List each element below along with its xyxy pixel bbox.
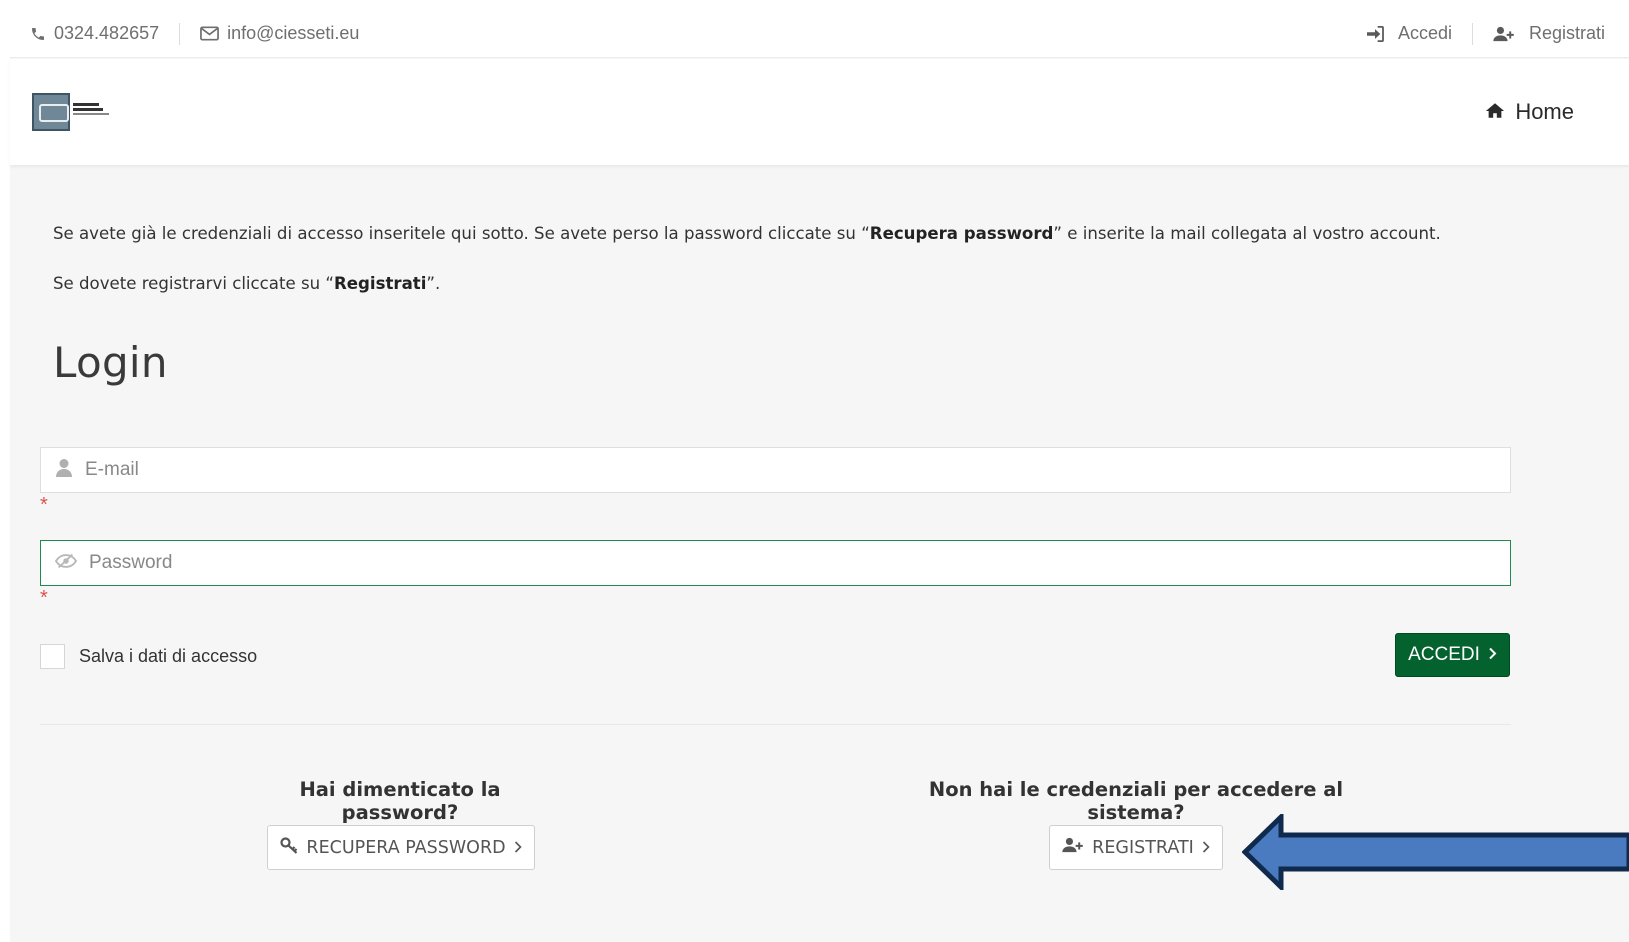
- phone-number: 0324.482657: [54, 23, 160, 43]
- email-contact[interactable]: info@ciesseti.eu: [200, 23, 359, 44]
- email-input[interactable]: [85, 459, 1465, 481]
- sign-in-icon: [1366, 25, 1384, 42]
- forgot-password-title: Hai dimenticato la password?: [299, 778, 501, 824]
- login-submit-button[interactable]: ACCEDI: [1395, 633, 1510, 677]
- top-bar: 0324.482657 info@ciesseti.eu Accedi Regi…: [10, 10, 1629, 58]
- login-link-label: Accedi: [1397, 23, 1452, 43]
- password-input[interactable]: [89, 552, 1469, 574]
- login-title: Login: [53, 338, 168, 387]
- remember-me[interactable]: Salva i dati di accesso: [40, 644, 257, 669]
- envelope-icon: [200, 26, 220, 41]
- user-icon: [55, 458, 73, 482]
- divider: [1471, 22, 1473, 45]
- chevron-right-icon: [1202, 838, 1210, 858]
- login-submit-label: ACCEDI: [1408, 644, 1480, 665]
- site-logo[interactable]: [32, 93, 109, 131]
- register-link-label: Registrati: [1528, 23, 1605, 43]
- chevron-right-icon: [1488, 644, 1497, 666]
- logo-mark: [32, 93, 70, 131]
- recover-password-label: RECUPERA PASSWORD: [306, 837, 506, 858]
- divider: [179, 22, 181, 45]
- password-field-wrapper[interactable]: [40, 540, 1511, 586]
- intro-paragraph-2: Se dovete registrarvi cliccate su “Regis…: [53, 274, 441, 293]
- recover-password-hint: Recupera password: [869, 224, 1054, 243]
- email-address: info@ciesseti.eu: [227, 23, 360, 43]
- chevron-right-icon: [514, 838, 522, 858]
- key-icon: [280, 836, 298, 859]
- page: 0324.482657 info@ciesseti.eu Accedi Regi…: [10, 10, 1629, 942]
- phone-icon: [30, 26, 46, 42]
- account-links: Accedi Registrati: [1366, 22, 1605, 45]
- nav-home-label: Home: [1515, 99, 1574, 124]
- remember-checkbox[interactable]: [40, 644, 65, 669]
- register-link[interactable]: Registrati: [1493, 23, 1605, 44]
- eye-slash-icon[interactable]: [54, 553, 78, 574]
- register-hint: Registrati: [333, 274, 427, 293]
- nav-home[interactable]: Home: [1485, 99, 1574, 125]
- main-content: Se avete già le credenziali di accesso i…: [10, 166, 1629, 942]
- contact-info: 0324.482657 info@ciesseti.eu: [30, 22, 359, 45]
- home-icon: [1485, 99, 1505, 125]
- password-required-mark: *: [40, 587, 48, 609]
- email-required-mark: *: [40, 494, 48, 516]
- recover-password-button[interactable]: RECUPERA PASSWORD: [267, 825, 535, 870]
- site-header: Home: [10, 59, 1629, 165]
- intro-paragraph-1: Se avete già le credenziali di accesso i…: [53, 224, 1441, 243]
- login-link[interactable]: Accedi: [1366, 23, 1452, 44]
- register-button[interactable]: REGISTRATI: [1049, 825, 1223, 870]
- remember-label: Salva i dati di accesso: [79, 646, 258, 666]
- logo-wordmark: [73, 103, 109, 115]
- annotation-arrow-icon: [1242, 814, 1629, 890]
- user-plus-icon: [1062, 837, 1084, 858]
- user-plus-icon: [1493, 26, 1515, 42]
- section-divider: [40, 724, 1511, 725]
- register-button-label: REGISTRATI: [1092, 837, 1194, 858]
- email-field-wrapper[interactable]: [40, 447, 1511, 493]
- phone-contact[interactable]: 0324.482657: [30, 23, 159, 44]
